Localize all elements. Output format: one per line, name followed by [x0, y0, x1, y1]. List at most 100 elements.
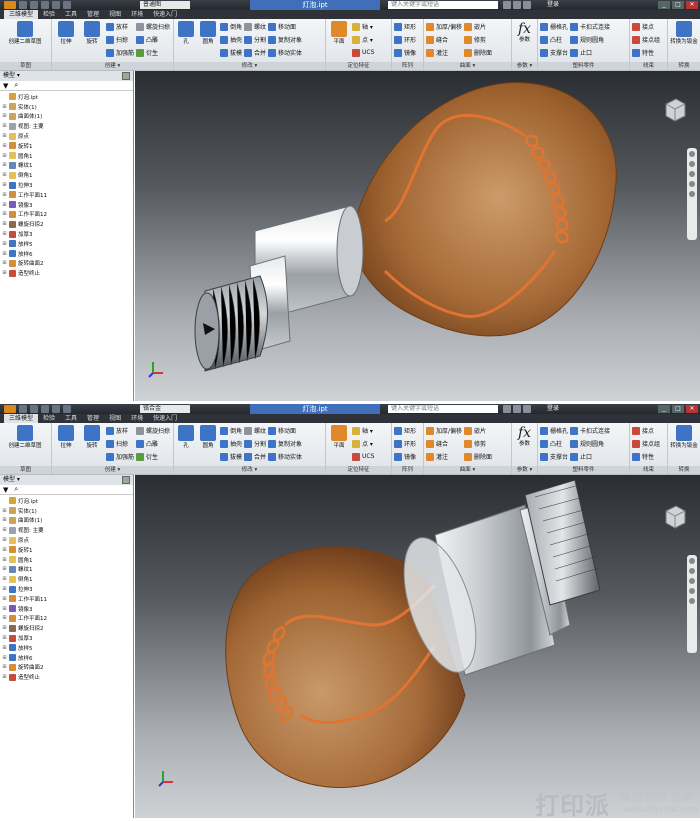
- tab-manage[interactable]: 管理: [82, 414, 104, 423]
- combine-button[interactable]: 合并: [244, 451, 266, 462]
- expand-icon[interactable]: ⊞: [2, 211, 7, 217]
- hole-button[interactable]: 孔: [176, 21, 196, 61]
- tree-item[interactable]: ⊞ 曲面体(1): [2, 516, 133, 526]
- search-icon[interactable]: ⌕: [14, 81, 18, 90]
- revolve-button[interactable]: 旋转: [80, 425, 104, 465]
- thread-button[interactable]: 螺纹: [244, 21, 266, 32]
- convert-sheetmetal-button[interactable]: 转换为钣金: [670, 425, 698, 465]
- plane-button[interactable]: 平面: [328, 425, 350, 465]
- help-icon[interactable]: [122, 72, 130, 80]
- tree-item[interactable]: 灯泡.ipt: [2, 496, 133, 506]
- chamfer-button[interactable]: 倒角: [220, 425, 242, 436]
- expand-icon[interactable]: ⊞: [2, 517, 7, 523]
- move-bodies-button[interactable]: 移动实体: [268, 47, 302, 58]
- tab-get-started[interactable]: 快速入门: [148, 414, 182, 423]
- tab-manage[interactable]: 管理: [82, 10, 104, 19]
- rest-button[interactable]: 支撑台: [540, 451, 568, 462]
- revolve-button[interactable]: 旋转: [80, 21, 104, 61]
- pan-icon[interactable]: [689, 161, 695, 167]
- expand-icon[interactable]: ⊞: [2, 143, 7, 149]
- tab-environments[interactable]: 环境: [126, 414, 148, 423]
- orbit-icon[interactable]: [689, 588, 695, 594]
- steering-wheel-icon[interactable]: [689, 151, 695, 157]
- tree-item[interactable]: ⊞ 旋转1: [2, 545, 133, 555]
- expand-icon[interactable]: ⊞: [2, 241, 7, 247]
- boss-button[interactable]: 凸柱: [540, 438, 568, 449]
- trim-button[interactable]: 修剪: [464, 34, 492, 45]
- circular-pattern-button[interactable]: 环形: [394, 438, 416, 449]
- axis-button[interactable]: 轴 ▾: [352, 21, 374, 32]
- login-link[interactable]: 登录: [547, 0, 559, 10]
- tab-3d-model[interactable]: 三维模型: [4, 414, 39, 423]
- circular-pattern-button[interactable]: 环形: [394, 34, 416, 45]
- move-face-button[interactable]: 移动面: [268, 425, 302, 436]
- coil-button[interactable]: 螺旋扫掠: [136, 21, 170, 32]
- tree-item[interactable]: ⊞ 工作平面12: [2, 614, 133, 624]
- emboss-button[interactable]: 凸雕: [136, 438, 170, 449]
- tree-item[interactable]: ⊞ 曲面体(1): [2, 112, 133, 122]
- boss-button[interactable]: 凸柱: [540, 34, 568, 45]
- plane-button[interactable]: 平面: [328, 21, 350, 61]
- expand-icon[interactable]: ⊞: [2, 596, 7, 602]
- tab-view[interactable]: 视图: [104, 414, 126, 423]
- snap-fit-button[interactable]: 卡扣式连接: [570, 425, 610, 436]
- parameters-button[interactable]: fx 参数: [514, 21, 535, 61]
- expand-icon[interactable]: ⊞: [2, 202, 7, 208]
- tree-item[interactable]: ⊞ 视图: 主要: [2, 121, 133, 131]
- expand-icon[interactable]: ⊞: [2, 547, 7, 553]
- expand-icon[interactable]: ⊞: [2, 664, 7, 670]
- properties-button[interactable]: 特性: [632, 451, 660, 462]
- create-2d-sketch-button[interactable]: 创建二维草图: [2, 425, 48, 465]
- tab-tools[interactable]: 工具: [60, 414, 82, 423]
- hole-button[interactable]: 孔: [176, 425, 196, 465]
- expand-icon[interactable]: ⊞: [2, 586, 7, 592]
- properties-button[interactable]: 特性: [632, 47, 660, 58]
- shell-button[interactable]: 抽壳: [220, 438, 242, 449]
- expand-icon[interactable]: ⊞: [2, 113, 7, 119]
- search-icon[interactable]: ⌕: [14, 485, 18, 494]
- tab-inspect[interactable]: 检验: [38, 414, 60, 423]
- thicken-button[interactable]: 加厚/偏移: [426, 21, 462, 32]
- expand-icon[interactable]: ⊞: [2, 172, 7, 178]
- tree-item[interactable]: ⊞ 旋转曲面2: [2, 663, 133, 673]
- copy-object-button[interactable]: 复制对象: [268, 438, 302, 449]
- zoom-icon[interactable]: [689, 578, 695, 584]
- expand-icon[interactable]: ⊞: [2, 645, 7, 651]
- expand-icon[interactable]: ⊞: [2, 508, 7, 514]
- navigation-bar[interactable]: [687, 555, 697, 653]
- fillet-button[interactable]: 圆角: [198, 21, 218, 61]
- split-button[interactable]: 分割: [244, 438, 266, 449]
- expand-icon[interactable]: ⊞: [2, 153, 7, 159]
- filter-icon[interactable]: ▼: [3, 82, 8, 90]
- expand-icon[interactable]: ⊞: [2, 182, 7, 188]
- draft-button[interactable]: 拔模: [220, 451, 242, 462]
- expand-icon[interactable]: ⊞: [2, 674, 7, 680]
- expand-icon[interactable]: ⊞: [2, 635, 7, 641]
- point-button[interactable]: 点 ▾: [352, 34, 374, 45]
- contact-set-button[interactable]: 接点组: [632, 34, 660, 45]
- lip-button[interactable]: 止口: [570, 47, 610, 58]
- tree-item[interactable]: ⊞ 拉伸3: [2, 180, 133, 190]
- binoculars-icon[interactable]: [503, 405, 511, 413]
- tree-item[interactable]: 灯泡.ipt: [2, 92, 133, 102]
- ucs-button[interactable]: UCS: [352, 451, 374, 462]
- redo-icon[interactable]: [63, 1, 71, 9]
- expand-icon[interactable]: ⊞: [2, 133, 7, 139]
- loft-button[interactable]: 放样: [106, 21, 134, 32]
- ucs-button[interactable]: UCS: [352, 47, 374, 58]
- stitch-button[interactable]: 缝合: [426, 34, 462, 45]
- tree-item[interactable]: ⊞ 镜像3: [2, 200, 133, 210]
- tree-item[interactable]: ⊞ 螺旋扫掠2: [2, 219, 133, 229]
- point-button[interactable]: 点 ▾: [352, 438, 374, 449]
- graphics-window[interactable]: [135, 475, 700, 818]
- sweep-button[interactable]: 扫掠: [106, 34, 134, 45]
- copy-object-button[interactable]: 复制对象: [268, 34, 302, 45]
- expand-icon[interactable]: ⊞: [2, 655, 7, 661]
- tree-item[interactable]: ⊞ 螺纹1: [2, 565, 133, 575]
- expand-icon[interactable]: ⊞: [2, 566, 7, 572]
- close-button[interactable]: ✕: [686, 1, 698, 9]
- tree-item[interactable]: ⊞ 倒角1: [2, 170, 133, 180]
- subscription-icon[interactable]: [513, 405, 521, 413]
- tab-inspect[interactable]: 检验: [38, 10, 60, 19]
- rule-fillet-button[interactable]: 规则圆角: [570, 34, 610, 45]
